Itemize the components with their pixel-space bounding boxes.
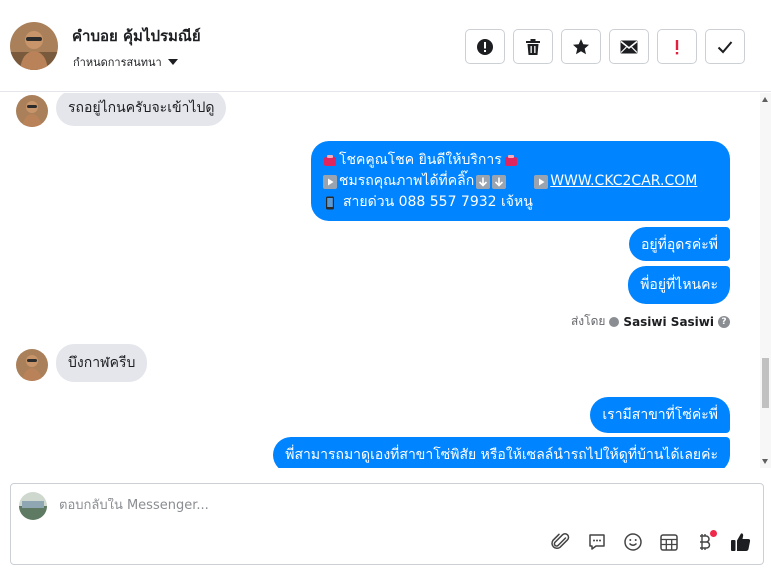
scroll-down-arrow-icon[interactable] — [762, 459, 768, 464]
promo-line-1-text: โชคคูณโชค ยินดีให้บริการ — [339, 152, 502, 168]
promo-line-3: สายด่วน 088 557 7932 เจ้หนู — [323, 192, 718, 213]
reply-input[interactable] — [59, 498, 709, 513]
mobile-phone-icon — [326, 196, 334, 209]
exclamation-icon — [675, 39, 679, 54]
outgoing-message[interactable]: พี่อยู่ที่ไหนคะ — [628, 266, 730, 304]
contact-name[interactable]: คำบอย คุ้มไปรมณีย์ — [72, 24, 201, 48]
sent-by-label: ส่งโดย — [570, 314, 606, 328]
page-avatar — [19, 492, 47, 520]
verified-badge-icon — [609, 316, 620, 327]
saved-replies-button[interactable] — [585, 530, 609, 554]
composer-tools — [549, 530, 753, 554]
outgoing-message[interactable]: เรามีสาขาที่โซ่ค่ะพี่ — [590, 397, 730, 433]
alert-circle-icon — [477, 38, 493, 55]
sender-avatar — [16, 349, 48, 381]
outgoing-message[interactable]: พี่สามารถมาดูเองที่สาขาโซ่พิสัย หรือให้เ… — [273, 437, 730, 468]
sender-avatar — [16, 95, 48, 127]
conversation-options-dropdown[interactable]: กำหนดการสนทนา — [73, 53, 178, 71]
emoji-button[interactable] — [621, 530, 645, 554]
incoming-message[interactable]: บึงกาฬครีบ — [56, 344, 148, 382]
reply-composer — [10, 483, 764, 565]
scroll-up-arrow-icon[interactable] — [762, 97, 768, 102]
done-button[interactable] — [705, 29, 745, 64]
trash-icon — [526, 38, 540, 55]
down-arrow-icon — [476, 174, 491, 189]
sent-by-info: ส่งโดย Sasiwi Sasiwi ? — [571, 312, 730, 331]
scrollbar-thumb[interactable] — [762, 358, 769, 408]
check-icon — [717, 40, 733, 53]
sent-by-name: Sasiwi Sasiwi — [623, 314, 714, 329]
conversation-options-label: กำหนดการสนทนา — [73, 56, 162, 69]
caret-down-icon — [167, 59, 178, 65]
follow-up-button[interactable] — [657, 29, 697, 64]
outgoing-message-promo[interactable]: โชคคูณโชค ยินดีให้บริการ ชมรถคุณภาพได้ที… — [311, 141, 730, 221]
siren-icon — [504, 154, 517, 166]
message-thread: รถอยู่ไกนครับจะเข้าไปดู โชคคูณโชค ยินดีใ… — [0, 93, 760, 468]
report-button[interactable] — [465, 29, 505, 64]
envelope-icon — [620, 40, 638, 53]
mark-unread-button[interactable] — [609, 29, 649, 64]
help-icon[interactable]: ? — [718, 315, 730, 328]
thumbs-up-icon — [731, 533, 751, 551]
promo-line-2: ชมรถคุณภาพได้ที่คลิ๊ก WWW.CKC2CAR.COM — [323, 171, 718, 192]
play-button-icon — [534, 174, 549, 189]
outgoing-message[interactable]: อยู่ที่อุดรค่ะพี่ — [629, 227, 730, 261]
calendar-grid-icon — [660, 534, 678, 551]
website-link[interactable]: WWW.CKC2CAR.COM — [550, 171, 697, 192]
payment-button[interactable] — [693, 530, 717, 554]
paperclip-icon — [551, 533, 570, 550]
attach-button[interactable] — [549, 530, 573, 554]
delete-button[interactable] — [513, 29, 553, 64]
thread-scrollbar[interactable] — [760, 93, 771, 468]
siren-icon — [324, 154, 336, 166]
conversation-header: คำบอย คุ้มไปรมณีย์ กำหนดการสนทนา — [0, 0, 771, 92]
like-button[interactable] — [729, 530, 753, 554]
incoming-message[interactable]: รถอยู่ไกนครับจะเข้าไปดู — [56, 93, 227, 126]
appointment-button[interactable] — [657, 530, 681, 554]
chat-bubble-icon — [589, 534, 605, 550]
promo-line-1: โชคคูณโชค ยินดีให้บริการ — [323, 150, 718, 171]
smiley-icon — [624, 533, 642, 551]
contact-avatar[interactable] — [10, 22, 58, 70]
conversation-actions — [465, 29, 745, 64]
play-button-icon — [323, 174, 337, 189]
down-arrow-icon — [492, 174, 507, 189]
notification-dot — [710, 530, 717, 537]
promo-line-3-text: สายด่วน 088 557 7932 เจ้หนู — [343, 194, 533, 210]
star-button[interactable] — [561, 29, 601, 64]
star-icon — [573, 38, 589, 54]
promo-line-2-text: ชมรถคุณภาพได้ที่คลิ๊ก — [339, 173, 475, 189]
